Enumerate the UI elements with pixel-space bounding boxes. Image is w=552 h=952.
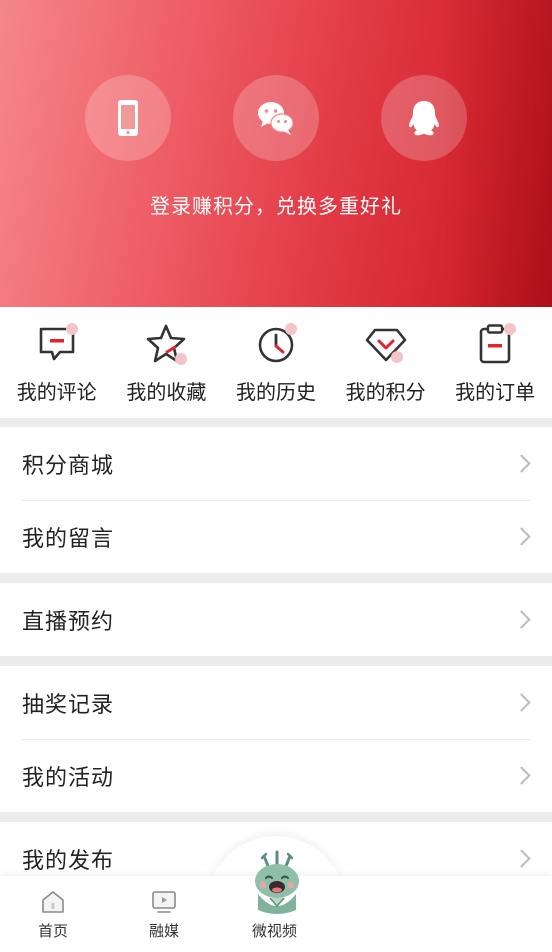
quick-action-label: 我的历史 [235, 380, 316, 404]
badge-dot [65, 323, 78, 335]
tab-label: 首页 [38, 922, 69, 940]
menu-item-label: 我的留言 [22, 527, 115, 552]
menu-group-2: 直播预约 [0, 583, 552, 656]
quick-action-orders[interactable]: 我的订单 [441, 307, 549, 418]
chevron-right-icon [512, 609, 531, 629]
quick-icon-wrap [143, 321, 189, 367]
menu-item-my-messages[interactable]: 我的留言 [22, 500, 531, 573]
menu-item-points-mall[interactable]: 积分商城 [22, 427, 531, 500]
qq-login-button[interactable] [381, 75, 467, 161]
phone-icon [118, 100, 138, 136]
qq-icon [409, 101, 439, 136]
menu-item-live-reservation[interactable]: 直播预约 [22, 583, 531, 656]
quick-action-label: 我的收藏 [126, 380, 207, 404]
quick-action-label: 我的评论 [16, 380, 97, 404]
menu-item-my-activities[interactable]: 我的活动 [22, 739, 531, 812]
menu-item-label: 我的活动 [22, 766, 115, 791]
media-icon [152, 891, 176, 913]
quick-icon-wrap [34, 321, 80, 367]
quick-actions-bar: 我的评论 我的收藏 我的历史 我的积分 我的订单 [0, 307, 552, 418]
menu-group-3: 抽奖记录 我的活动 [0, 666, 552, 812]
tab-icon-spacer [261, 888, 289, 916]
menu-group-1: 积分商城 我的留言 [0, 427, 552, 573]
tab-home[interactable]: 首页 [38, 888, 68, 941]
menu-item-label: 积分商城 [22, 453, 115, 479]
menu-item-label: 我的发布 [22, 848, 115, 874]
phone-login-button[interactable] [85, 75, 171, 161]
chevron-right-icon [512, 848, 531, 868]
home-icon [42, 891, 64, 913]
tab-label: 融媒 [149, 922, 180, 940]
badge-dot [390, 351, 403, 363]
wechat-login-button[interactable] [233, 75, 319, 161]
quick-action-comments[interactable]: 我的评论 [3, 307, 111, 418]
quick-icon-wrap [363, 321, 409, 367]
quick-action-label: 我的订单 [455, 380, 536, 404]
menu-item-label: 抽奖记录 [22, 692, 115, 718]
quick-icon-wrap [253, 321, 299, 367]
tab-media[interactable]: 融媒 [149, 888, 179, 941]
quick-action-label: 我的积分 [345, 380, 426, 404]
chevron-right-icon [512, 527, 531, 546]
wechat-icon [258, 102, 294, 135]
quick-action-points[interactable]: 我的积分 [332, 307, 440, 418]
login-hint-text: 登录赚积分，兑换多重好礼 [150, 194, 402, 218]
chevron-right-icon [512, 692, 531, 712]
login-banner: 登录赚积分，兑换多重好礼 [0, 0, 552, 307]
chevron-right-icon [512, 766, 531, 785]
badge-dot [284, 323, 297, 335]
quick-action-favorites[interactable]: 我的收藏 [112, 307, 220, 418]
quick-icon-wrap [472, 321, 518, 367]
profile-page: 登录赚积分，兑换多重好礼 我的评论 我的收藏 我的历史 我的积分 我的订单 积分… [0, 0, 552, 952]
menu-item-label: 直播预约 [22, 609, 115, 635]
menu-item-lottery-records[interactable]: 抽奖记录 [22, 666, 531, 739]
tab-label: 微视频 [252, 922, 298, 940]
chevron-right-icon [512, 453, 531, 473]
tab-micro-video[interactable]: 微视频 [252, 888, 297, 941]
quick-action-history[interactable]: 我的历史 [222, 307, 330, 418]
